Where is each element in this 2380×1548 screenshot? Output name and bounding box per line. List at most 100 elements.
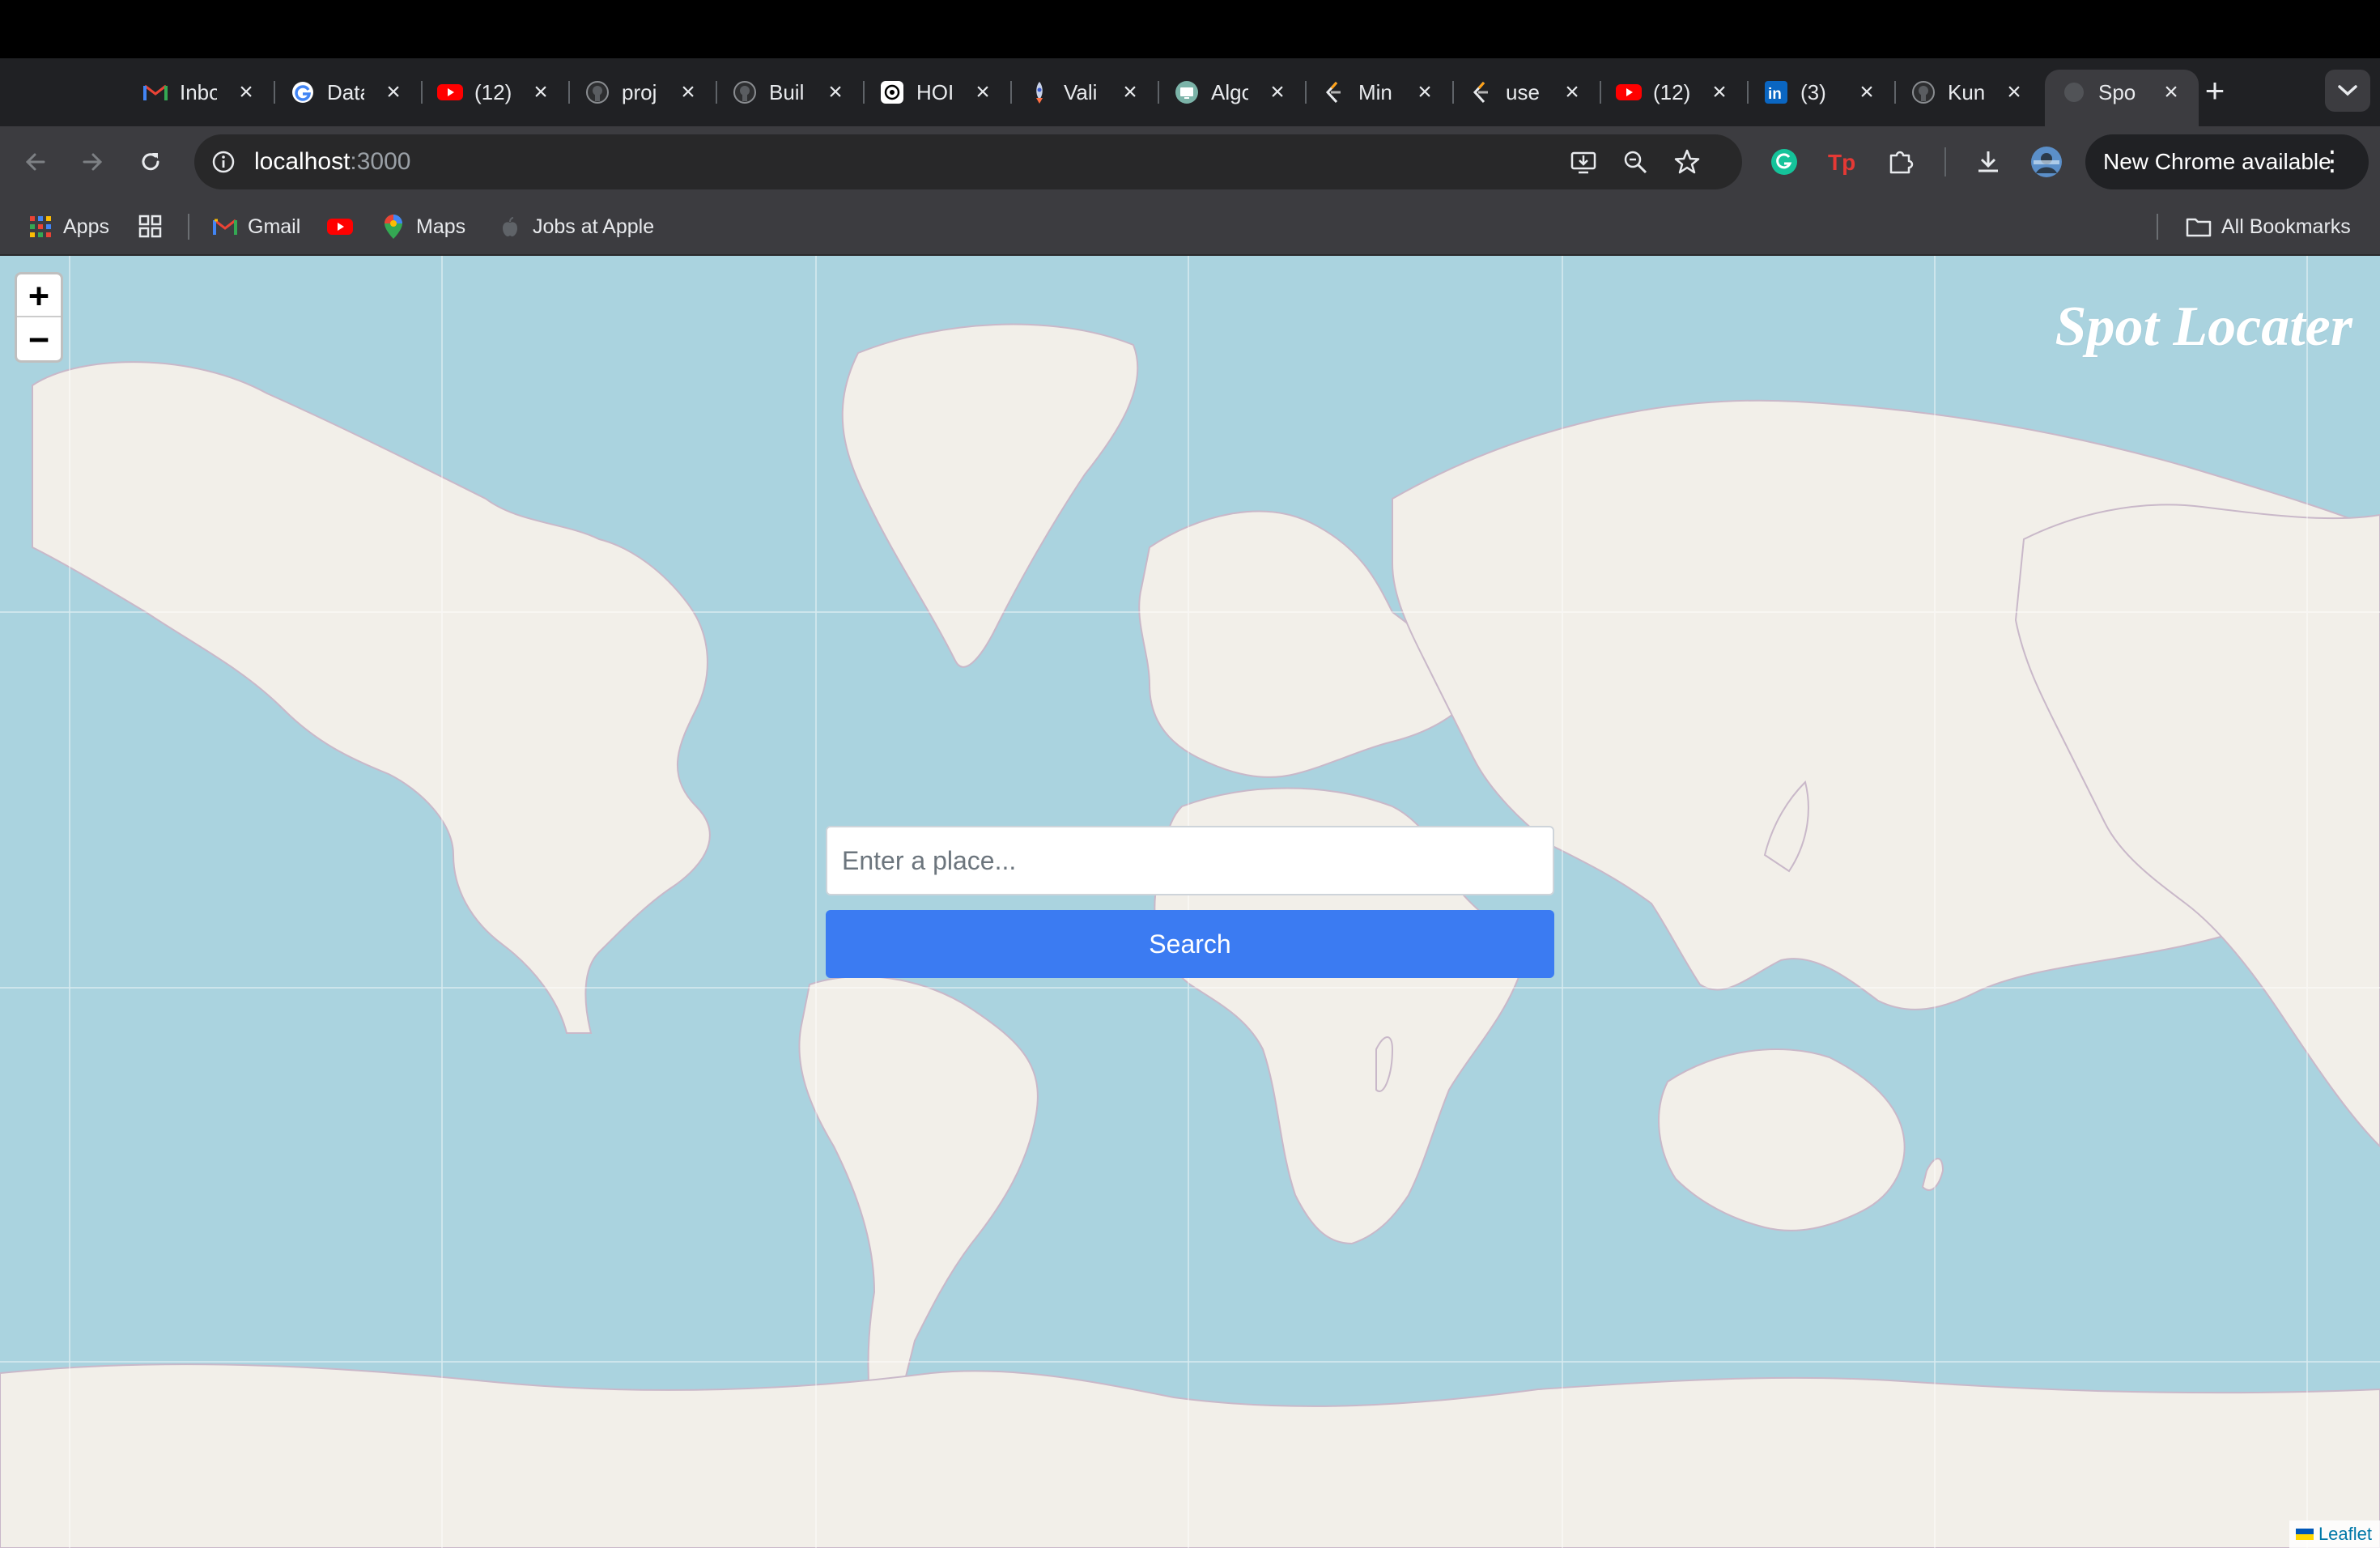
zoom-control: + − bbox=[15, 272, 63, 363]
system-top-bar bbox=[0, 0, 2380, 58]
bookmark-youtube[interactable] bbox=[327, 211, 363, 243]
install-app-icon[interactable] bbox=[1567, 146, 1600, 178]
browser-tab[interactable]: Buil × bbox=[716, 70, 865, 115]
tab-title: Buil bbox=[769, 79, 805, 104]
github-icon bbox=[1910, 79, 1936, 105]
browser-tab[interactable]: (12) × bbox=[421, 70, 570, 115]
browser-tab[interactable]: Kun × bbox=[1894, 70, 2042, 115]
tab-title: Vali bbox=[1064, 79, 1098, 104]
close-icon[interactable]: × bbox=[1561, 80, 1583, 104]
all-bookmarks-button[interactable]: All Bookmarks bbox=[2186, 211, 2351, 243]
svg-text:Tp: Tp bbox=[1828, 150, 1855, 175]
linkedin-icon: in bbox=[1763, 79, 1789, 105]
browser-tab[interactable]: Spo × bbox=[2045, 70, 2199, 126]
zoom-in-button[interactable]: + bbox=[17, 274, 61, 317]
tab-title: HOI bbox=[916, 79, 954, 104]
maps-pin-icon bbox=[380, 214, 406, 240]
bookmark-separator bbox=[2157, 214, 2158, 240]
browser-tab[interactable]: Vali × bbox=[1010, 70, 1159, 115]
tab-title: Inbox bbox=[180, 79, 217, 104]
browser-tab[interactable]: use × bbox=[1452, 70, 1601, 115]
folder-icon bbox=[2186, 214, 2212, 240]
tab-strip: Inbox × Data × (12) × proj × Buil × HOI × Vali × Algo ×… bbox=[0, 58, 2380, 126]
youtube-icon bbox=[437, 79, 463, 105]
apple-icon bbox=[497, 214, 523, 240]
apps-grid-icon bbox=[28, 214, 53, 240]
close-icon[interactable]: × bbox=[235, 80, 257, 104]
reload-button[interactable] bbox=[130, 141, 172, 183]
bookmark-gmail[interactable]: Gmail bbox=[212, 211, 300, 243]
bookmarks-bar: Apps Gmail Maps Jobs at Apple All Bookma bbox=[0, 198, 2380, 256]
close-icon[interactable]: × bbox=[2160, 80, 2182, 104]
close-icon[interactable]: × bbox=[2003, 80, 2025, 104]
close-icon[interactable]: × bbox=[1855, 80, 1878, 104]
close-icon[interactable]: × bbox=[529, 80, 552, 104]
tab-groups-icon bbox=[138, 214, 164, 240]
youtube-icon bbox=[1616, 79, 1642, 105]
address-bar[interactable]: localhost:3000 bbox=[194, 134, 1742, 189]
browser-tab[interactable]: HOI × bbox=[863, 70, 1012, 115]
globe-icon bbox=[2061, 79, 2087, 105]
back-button[interactable] bbox=[15, 141, 57, 183]
browser-tab[interactable]: proj × bbox=[568, 70, 717, 115]
search-button[interactable]: Search bbox=[826, 910, 1554, 978]
bookmark-tab-groups[interactable] bbox=[138, 211, 173, 243]
zoom-out-button[interactable]: − bbox=[17, 317, 61, 360]
update-label: New Chrome available bbox=[2103, 149, 2331, 174]
profile-avatar[interactable] bbox=[2025, 141, 2068, 183]
forward-button[interactable] bbox=[71, 141, 113, 183]
browser-tab[interactable]: Min × bbox=[1305, 70, 1454, 115]
app-brand-title: Spot Locater bbox=[2055, 296, 2352, 358]
browser-tab[interactable]: Inbox × bbox=[126, 70, 275, 115]
close-icon[interactable]: × bbox=[677, 80, 699, 104]
github-icon bbox=[584, 79, 610, 105]
all-bookmarks-label: All Bookmarks bbox=[2221, 215, 2351, 238]
grammarly-extension-icon[interactable] bbox=[1763, 141, 1805, 183]
tab-search-button[interactable] bbox=[2325, 70, 2370, 112]
tab-title: Kun bbox=[1948, 79, 1985, 104]
arrow-right-icon bbox=[83, 153, 103, 171]
close-icon[interactable]: × bbox=[1266, 80, 1289, 104]
browser-tab[interactable]: (12) × bbox=[1600, 70, 1749, 115]
map-viewport[interactable]: + − Spot Locater Search Leaflet bbox=[0, 256, 2380, 1548]
downloads-icon[interactable] bbox=[1967, 141, 2009, 183]
youtube-icon bbox=[327, 214, 353, 240]
tab-title: (12) bbox=[1653, 79, 1690, 104]
google-icon bbox=[290, 79, 316, 105]
close-icon[interactable]: × bbox=[971, 80, 994, 104]
attribution-link[interactable]: Leaflet bbox=[2318, 1524, 2372, 1545]
arrow-left-icon bbox=[25, 153, 45, 171]
browser-tab[interactable]: Algo × bbox=[1158, 70, 1307, 115]
new-chrome-available-button[interactable]: New Chrome available ⋮ bbox=[2085, 134, 2369, 189]
tab-title: (3) bbox=[1800, 79, 1826, 104]
bookmark-maps[interactable]: Maps bbox=[380, 211, 465, 243]
github-icon bbox=[732, 79, 758, 105]
new-tab-button[interactable]: + bbox=[2197, 71, 2233, 109]
close-icon[interactable]: × bbox=[1413, 80, 1436, 104]
bookmark-star-icon[interactable] bbox=[1671, 146, 1703, 178]
bookmark-label: Maps bbox=[416, 215, 466, 238]
browser-toolbar: localhost:3000 Tp New Chrome available ⋮ bbox=[0, 126, 2380, 198]
extensions-puzzle-icon[interactable] bbox=[1880, 141, 1922, 183]
url-text[interactable]: localhost:3000 bbox=[254, 148, 410, 176]
close-icon[interactable]: × bbox=[824, 80, 847, 104]
site-info-icon[interactable] bbox=[207, 146, 240, 178]
zoom-magnifier-icon[interactable] bbox=[1619, 146, 1651, 178]
bookmark-apps[interactable]: Apps bbox=[28, 211, 109, 243]
tab-title: (12) bbox=[474, 79, 512, 104]
close-icon[interactable]: × bbox=[1708, 80, 1731, 104]
bookmark-label: Gmail bbox=[248, 215, 301, 238]
gmail-icon bbox=[212, 214, 238, 240]
close-icon[interactable]: × bbox=[1119, 80, 1141, 104]
place-search-input[interactable] bbox=[826, 826, 1554, 895]
map-attribution[interactable]: Leaflet bbox=[2289, 1520, 2380, 1548]
bookmark-jobs-at-apple[interactable]: Jobs at Apple bbox=[497, 211, 654, 243]
tp-extension-icon[interactable]: Tp bbox=[1821, 141, 1864, 183]
bookmark-label: Apps bbox=[63, 215, 109, 238]
more-vert-icon[interactable]: ⋮ bbox=[2318, 147, 2346, 175]
browser-tab[interactable]: Data × bbox=[274, 70, 423, 115]
close-icon[interactable]: × bbox=[382, 80, 405, 104]
tab-title: Min bbox=[1358, 79, 1392, 104]
browser-tab[interactable]: in (3) × bbox=[1747, 70, 1896, 115]
tab-title: Spo bbox=[2098, 79, 2136, 104]
